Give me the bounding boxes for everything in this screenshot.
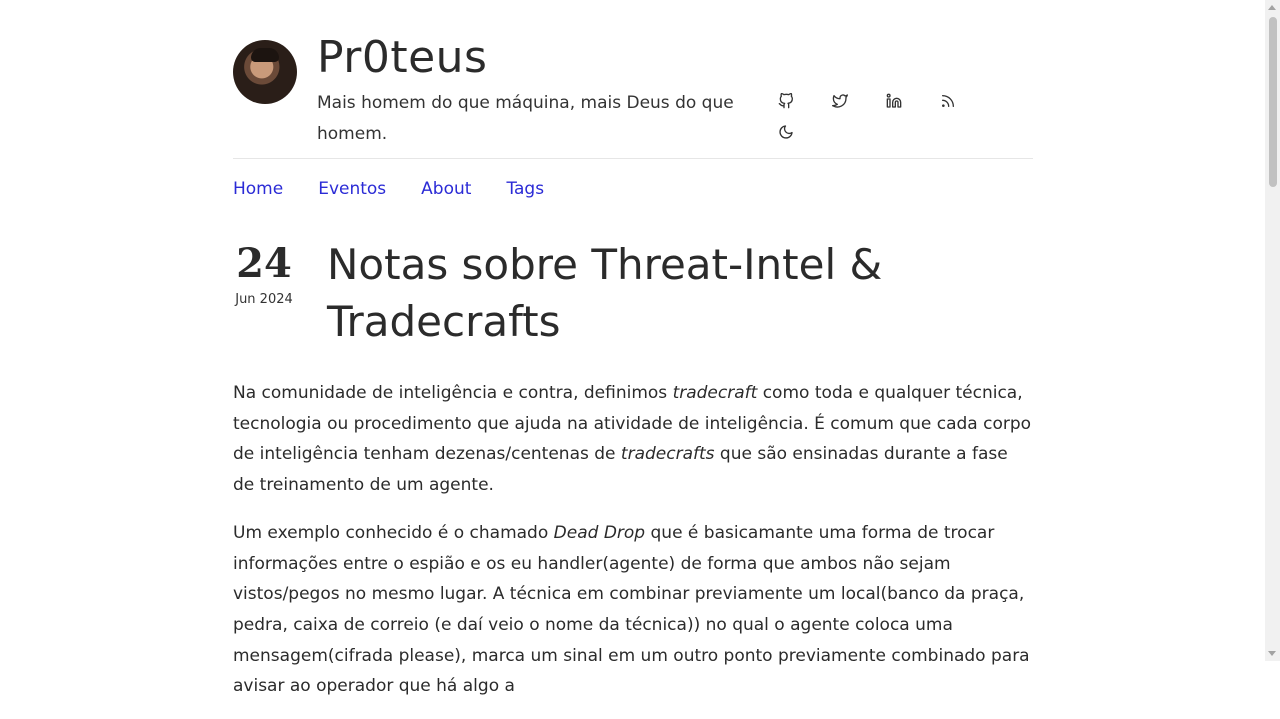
site-tagline: Mais homem do que máquina, mais Deus do … — [317, 93, 734, 144]
main-nav: Home Eventos About Tags — [233, 176, 579, 202]
linkedin-icon[interactable] — [885, 92, 903, 110]
scrollbar[interactable] — [1265, 0, 1280, 661]
scrollbar-thumb[interactable] — [1269, 17, 1277, 187]
post-title: Notas sobre Threat-Intel & Tradecrafts — [327, 240, 883, 346]
twitter-icon[interactable] — [831, 92, 849, 110]
emphasis-text: tradecrafts — [620, 444, 715, 465]
avatar[interactable] — [233, 40, 297, 104]
paragraph-2: Um exemplo conhecido é o chamado Dead Dr… — [233, 518, 1033, 702]
nav-tags[interactable]: Tags — [506, 176, 544, 202]
moon-icon[interactable] — [777, 123, 795, 141]
scroll-down-arrow-icon[interactable] — [1268, 651, 1276, 656]
page-container: Pr0teus Mais homem do que máquina, mais … — [233, 0, 1033, 696]
paragraph-text: Na comunidade de inteligência e contra, … — [233, 383, 673, 403]
post-content: Na comunidade de inteligência e contra, … — [233, 378, 1033, 719]
scroll-up-arrow-icon[interactable] — [1268, 5, 1276, 10]
nav-home[interactable]: Home — [233, 176, 283, 202]
paragraph-text: que é basicamante uma forma de trocar in… — [233, 522, 1030, 697]
site-header: Pr0teus Mais homem do que máquina, mais … — [233, 0, 1033, 159]
rss-icon[interactable] — [939, 92, 957, 110]
post-date: 24 Jun 2024 — [233, 240, 295, 307]
nav-about[interactable]: About — [421, 176, 471, 202]
emphasis-text: Dead Drop — [553, 522, 646, 543]
github-icon[interactable] — [777, 92, 795, 110]
paragraph-text: Um exemplo conhecido é o chamado — [233, 522, 554, 543]
site-title[interactable]: Pr0teus — [317, 32, 487, 83]
emphasis-text: tradecraft — [672, 383, 758, 403]
post-day: 24 — [236, 240, 292, 287]
post-month-year: Jun 2024 — [235, 292, 293, 307]
nav-eventos[interactable]: Eventos — [318, 176, 386, 202]
paragraph-1: Na comunidade de inteligência e contra, … — [233, 378, 1033, 501]
